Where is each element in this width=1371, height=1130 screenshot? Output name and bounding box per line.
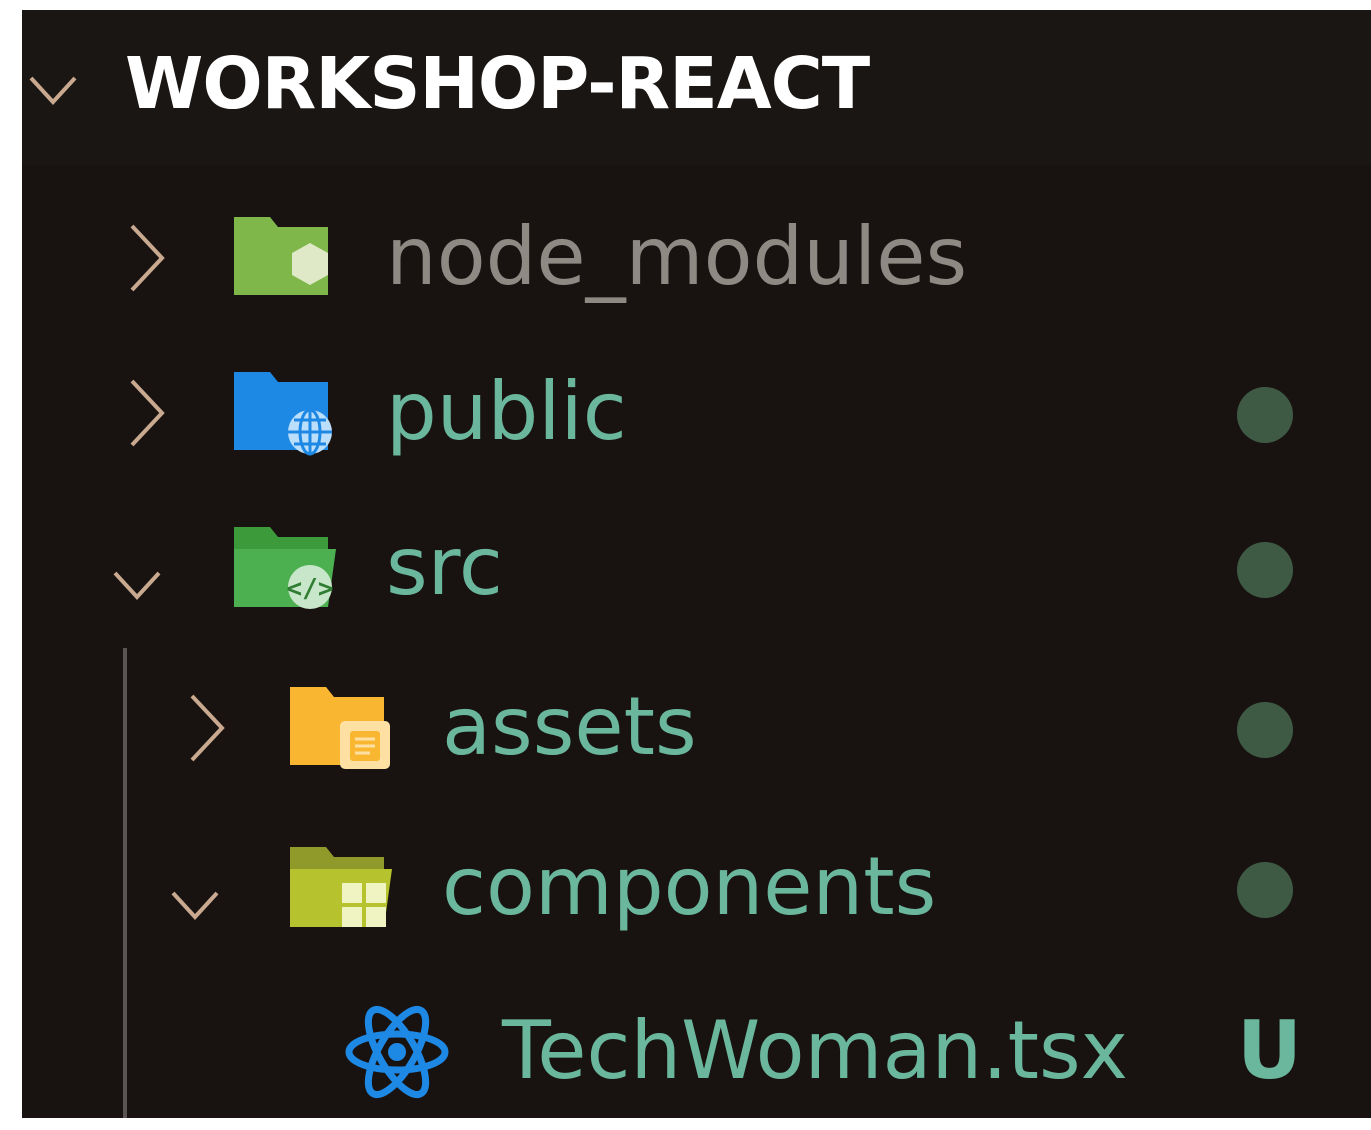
git-status-untracked: U: [1237, 1004, 1302, 1097]
assets-folder-icon: [290, 687, 390, 769]
chevron-down-icon: [113, 571, 161, 600]
workspace-title: WORKSHOP-REACT: [125, 42, 870, 125]
tree-item-node-modules[interactable]: node_modules: [22, 185, 1371, 340]
react-icon: [345, 1005, 449, 1099]
status-dot: [1237, 387, 1293, 443]
tree-item-assets[interactable]: assets: [22, 655, 1371, 810]
src-folder-icon: </>: [234, 527, 336, 609]
status-dot: [1237, 542, 1293, 598]
tree-item-label: src: [386, 520, 503, 613]
public-folder-icon: [234, 372, 332, 456]
file-explorer: WORKSHOP-REACT node_modules public </> s…: [22, 10, 1371, 1118]
tree-item-label: components: [442, 840, 937, 933]
svg-text:</>: </>: [287, 574, 334, 604]
chevron-right-icon: [130, 224, 165, 292]
tree-item-label: TechWoman.tsx: [502, 1004, 1129, 1097]
tree-item-techwoman-tsx[interactable]: TechWoman.tsx U: [22, 975, 1371, 1130]
status-dot: [1237, 702, 1293, 758]
chevron-down-icon: [171, 891, 219, 920]
chevron-down-icon[interactable]: [28, 70, 78, 110]
tree-item-label: node_modules: [386, 210, 968, 303]
explorer-section-header[interactable]: WORKSHOP-REACT: [22, 10, 1371, 165]
tree-item-label: public: [386, 365, 627, 458]
node-folder-icon: [234, 217, 328, 295]
chevron-right-icon: [130, 379, 165, 447]
tree-item-components[interactable]: components: [22, 815, 1371, 970]
tree-item-public[interactable]: public: [22, 340, 1371, 495]
status-dot: [1237, 862, 1293, 918]
tree-item-label: assets: [442, 680, 697, 773]
chevron-right-icon: [190, 694, 225, 762]
tree-item-src[interactable]: </> src: [22, 495, 1371, 650]
components-folder-icon: [290, 847, 392, 927]
